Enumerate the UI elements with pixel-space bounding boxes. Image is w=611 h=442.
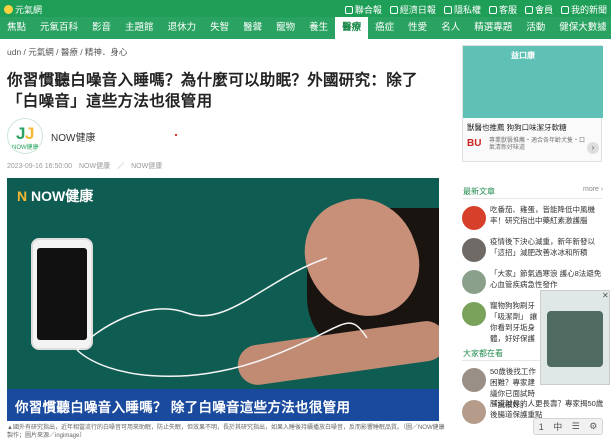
top-bar: 元氣網 聯合報 經濟日報 隱私權 客服 會員 我的新聞 [0,0,611,17]
article-link[interactable]: 腸道越長的人更長壽？專家揭50歲後腸道保護重點 [490,398,608,420]
nav-item-voice[interactable]: 醫聲 [236,17,269,39]
nav-item-nhi-data[interactable]: 健保大數據 [552,17,611,39]
util-link-privacy[interactable]: 隱私權 [443,3,481,16]
floating-toolbar: 1 中 ☰ ⚙ [533,418,603,435]
list-item[interactable]: 50歲後找工作困難？專家建議你已面試時「說很好」 [462,366,538,409]
lock-icon [443,6,452,14]
ad-title[interactable]: 獸醫也推薦 狗狗口味潔牙軟糖 [467,122,567,133]
nav-item-retirement[interactable]: 退休力 [161,17,204,39]
hero-caption: 你習慣聽白噪音入睡嗎？ 除了白噪音這些方法也很管用 [15,400,351,415]
ad-logo: BU [467,138,482,149]
article-thumbnail [462,302,486,326]
article-meta: 2023-09-16 16:50:00 NOW健康 ／ NOW健康 [7,163,163,170]
nav-item-celebs[interactable]: 名人 [434,17,467,39]
avatar-mark-right: J [25,124,35,143]
list-item[interactable]: 寵物狗狗刷牙「吸潔劑」 讓你看到牙垢身體，好好保護 [462,300,538,343]
util-link-my-news[interactable]: 我的新聞 [560,3,607,16]
newspaper-icon [344,6,353,14]
nav-item-topics[interactable]: 主題館 [118,17,161,39]
article-thumbnail [462,400,486,424]
list-item[interactable]: 吃番茄、雞蛋，皆能降低中風機率！研究指出中藥紅素激護腦 [462,204,608,232]
article-title: 你習慣聽白噪音入睡嗎？為什麼可以助眠？外國研究：除了「白噪音」這些方法也很管用 [7,72,418,110]
decor-dot [175,134,177,136]
article-thumbnail [462,368,486,392]
headset-icon [488,6,497,14]
nav-item-pets[interactable]: 寵物 [269,17,302,39]
brand-logo-icon [4,5,13,14]
nav-item-sex[interactable]: 性愛 [401,17,434,39]
article-link[interactable]: 「大家」節氣過寒浪 護心8法避免心血管疾病急性發作 [490,268,608,290]
star-icon [560,6,569,14]
author-block[interactable]: J J NOW健康 NOW健康 [7,118,95,154]
list-item[interactable]: 疫情後下決心減重，新年新發以「這招」減肥改善冰冰和所積 [462,236,608,264]
nav-item-encyclopedia[interactable]: 元氣百科 [33,17,85,39]
earphone-cable [76,257,368,377]
ad-brand: 益口康 [511,51,535,60]
breadcrumb[interactable]: udn / 元氣網 / 醫療 / 精神．身心 [7,46,127,58]
article-thumbnail [462,238,486,262]
util-link-service[interactable]: 客服 [488,3,517,16]
nav-item-dementia[interactable]: 失智 [203,17,236,39]
article-link[interactable]: 吃番茄、雞蛋，皆能降低中風機率！研究指出中藥紅素激護腦 [490,204,608,226]
close-icon[interactable]: ✕ [602,291,609,300]
author-avatar[interactable]: J J NOW健康 [7,118,43,154]
ad-description: 專業獸醫推薦・適合各年齡犬隻・口氣清新好味道 [489,138,586,151]
menu-icon[interactable]: ☰ [572,421,580,432]
nav-item-video[interactable]: 影音 [85,17,118,39]
image-caption: ▲國外有研究指出，近年相當流行的白噪音可用來助眠，防止失眠，但效果不明，長於其研… [7,425,445,439]
nav-item-medical[interactable]: 醫療 [335,17,369,39]
section-divider [462,198,602,199]
nav-item-cancer[interactable]: 癌症 [368,17,401,39]
ad-banner[interactable]: 益口康 獸醫也推薦 狗狗口味潔牙軟糖 BU 專業獸醫推薦・適合各年齡犬隻・口氣清… [462,45,603,162]
article-link[interactable]: 寵物狗狗刷牙「吸潔劑」 讓你看到牙垢身體，好好保護 [490,300,538,344]
nav-item-features[interactable]: 精選專題 [467,17,519,39]
avatar-label: NOW健康 [12,145,39,151]
util-link-member[interactable]: 會員 [524,3,553,16]
author-name[interactable]: NOW健康 [51,129,95,144]
settings-icon[interactable]: ⚙ [589,421,597,432]
hero-image: N NOW健康 你習慣聽白噪音入睡嗎？ 除了白噪音這些方法也很管用 [7,178,439,421]
article-thumbnail [462,270,486,294]
toolbar-language[interactable]: 中 [553,420,562,433]
floating-ad[interactable]: ✕ [540,290,610,385]
latest-title: 最新文章 [463,187,495,196]
util-link-udn[interactable]: 聯合報 [344,3,382,16]
latest-more-link[interactable]: more › [583,186,603,193]
nav-item-wellness[interactable]: 養生 [302,17,335,39]
user-icon [524,6,533,14]
util-link-money[interactable]: 經濟日報 [389,3,436,16]
toolbar-page-count[interactable]: 1 [539,422,544,432]
article-thumbnail [462,206,486,230]
chevron-right-icon[interactable]: › [587,142,599,154]
ad-product-image [547,311,603,367]
article-link[interactable]: 疫情後下決心減重，新年新發以「這招」減肥改善冰冰和所積 [490,236,608,258]
nav-item-events[interactable]: 活動 [519,17,552,39]
nav-item-focus[interactable]: 焦點 [0,17,33,39]
site-brand[interactable]: 元氣網 [4,3,42,16]
popular-title: 大家都在看 [463,349,503,358]
brand-name: 元氣網 [15,5,43,15]
main-nav: 焦點 元氣百科 影音 主題館 退休力 失智 醫聲 寵物 養生 醫療 癌症 性愛 … [0,17,611,39]
chart-icon [389,6,398,14]
utility-links: 聯合報 經濟日報 隱私權 客服 會員 我的新聞 [344,3,607,16]
